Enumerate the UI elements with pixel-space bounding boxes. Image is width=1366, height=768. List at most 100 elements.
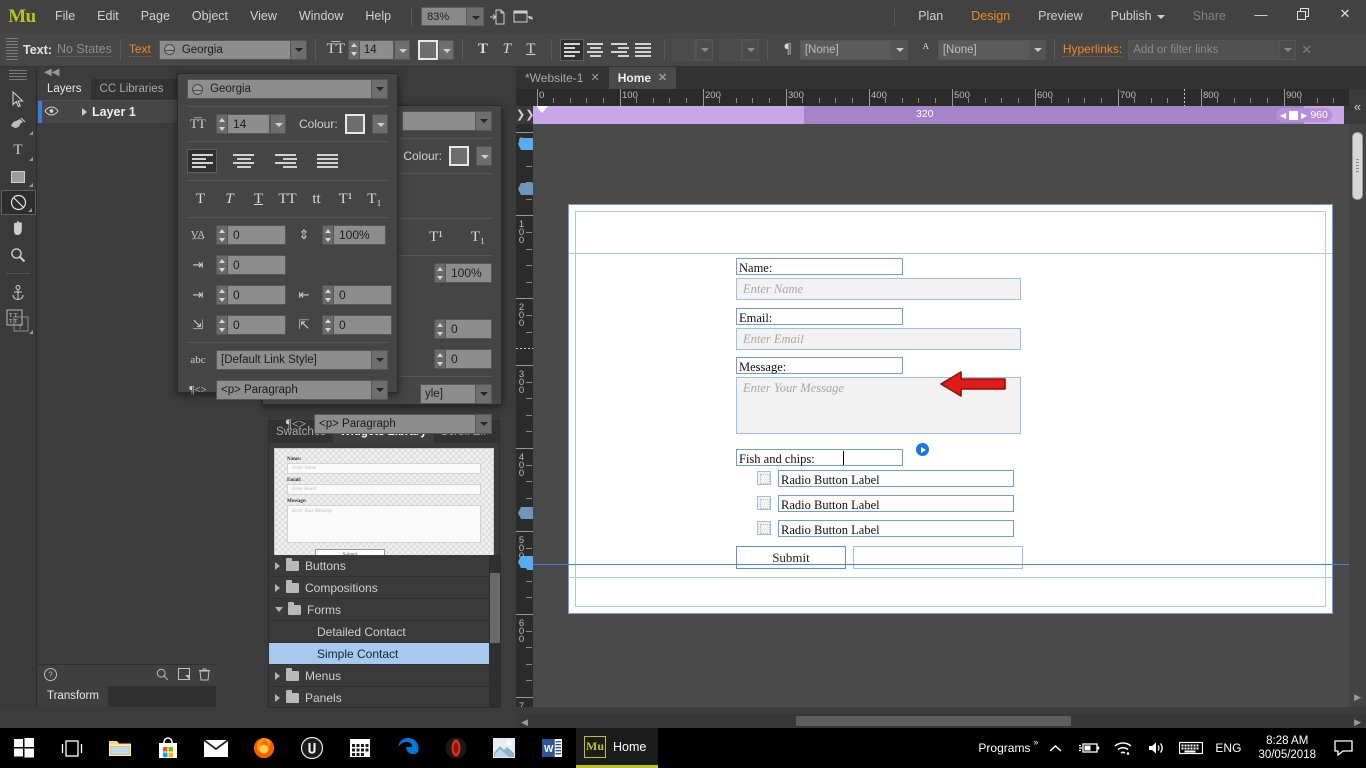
minimize-button[interactable]: — bbox=[1240, 0, 1282, 28]
panel-allcaps-button[interactable]: TT bbox=[274, 188, 301, 210]
delete-layer-icon[interactable] bbox=[199, 668, 210, 684]
behind-leading-value[interactable]: 100% bbox=[446, 263, 492, 283]
character-style-combo[interactable]: [None] bbox=[937, 39, 1046, 60]
form-name-input[interactable]: Enter Name bbox=[736, 278, 1021, 300]
export-page-icon[interactable] bbox=[484, 5, 510, 29]
breakpoint-collapse-icon[interactable]: ❯❯ bbox=[516, 106, 534, 124]
tab-cc-libraries[interactable]: CC Libraries bbox=[90, 79, 173, 100]
anchor-tool[interactable] bbox=[1, 280, 36, 305]
indent-left-value[interactable]: 0 bbox=[228, 285, 286, 305]
language-indicator[interactable]: ENG bbox=[1208, 728, 1248, 768]
behind-value2[interactable]: 0 bbox=[446, 349, 492, 369]
horizontal-ruler[interactable]: 0 100 200 300 400 500 600 700 800 900 bbox=[516, 89, 1366, 106]
search-icon[interactable] bbox=[156, 668, 169, 684]
behind-value1-stepper[interactable]: 0 bbox=[434, 319, 492, 339]
panel-font-size-value[interactable]: 14 bbox=[228, 114, 270, 134]
panel-color-swatch[interactable] bbox=[344, 114, 365, 134]
file-explorer-icon[interactable] bbox=[96, 728, 144, 768]
breakpoint-range[interactable] bbox=[804, 106, 1304, 124]
behind-value1[interactable]: 0 bbox=[446, 319, 492, 339]
width-handle-icon[interactable] bbox=[1289, 110, 1299, 120]
scrollbar-thumb[interactable] bbox=[490, 573, 500, 643]
web-page[interactable]: Name: Enter Name Email: Enter Email Mess… bbox=[568, 204, 1333, 614]
panel-superscript-button[interactable]: T¹ bbox=[332, 188, 359, 210]
chevron-right-icon[interactable] bbox=[275, 583, 280, 592]
leading-stepper[interactable]: 100% bbox=[322, 225, 386, 245]
widgets-tree-scrollbar[interactable] bbox=[489, 555, 501, 707]
zoom-tool[interactable] bbox=[1, 242, 36, 267]
hyperlinks-combo[interactable]: Add or filter links bbox=[1128, 39, 1297, 60]
paragraph-tag-combo[interactable]: <p> Paragraph bbox=[216, 380, 388, 400]
mode-plan[interactable]: Plan bbox=[904, 0, 957, 33]
clear-hyperlink-icon[interactable]: ✕ bbox=[1296, 42, 1317, 58]
close-icon[interactable]: ✕ bbox=[658, 67, 667, 89]
underline-button[interactable]: T bbox=[519, 38, 543, 62]
canvas-horizontal-scrollbar[interactable]: ◀ ▶ bbox=[516, 714, 1366, 728]
new-layer-icon[interactable] bbox=[178, 668, 190, 683]
menu-file[interactable]: File bbox=[44, 0, 86, 33]
restore-button[interactable] bbox=[1282, 0, 1324, 28]
widget-preview[interactable]: Name: Enter Name Email: Enter Email Mess… bbox=[274, 448, 494, 568]
indent-right-stepper[interactable]: 0 bbox=[322, 285, 392, 305]
menu-page[interactable]: Page bbox=[130, 0, 181, 33]
tree-item-compositions[interactable]: Compositions bbox=[269, 577, 501, 599]
form-email-label[interactable]: Email: bbox=[736, 308, 903, 325]
volume-icon[interactable] bbox=[1140, 728, 1174, 768]
text-color-dropdown-icon[interactable] bbox=[437, 39, 454, 60]
behind-font-combo[interactable] bbox=[402, 111, 492, 131]
form-message-label[interactable]: Message: bbox=[736, 357, 903, 374]
tracking-value[interactable]: 0 bbox=[228, 225, 286, 245]
bulleted-list-button[interactable] bbox=[672, 38, 695, 61]
toolbar-grip[interactable] bbox=[9, 70, 27, 82]
behind-leading-stepper[interactable]: 100% bbox=[434, 263, 492, 283]
behind-subscript-button[interactable]: T₁ bbox=[464, 226, 492, 248]
scrollbar-thumb[interactable] bbox=[796, 716, 1071, 726]
doc-tab-website-1[interactable]: *Website-1 ✕ bbox=[516, 67, 609, 89]
panel-smallcaps-button[interactable]: tt bbox=[303, 188, 330, 210]
edge-icon[interactable] bbox=[384, 728, 432, 768]
align-right-button[interactable] bbox=[608, 39, 632, 61]
breakpoint-bar[interactable]: ❯❯ 320 ◀ ▶ 960 « bbox=[516, 106, 1366, 124]
radio-button-1[interactable] bbox=[757, 471, 771, 485]
tracking-stepper[interactable]: 0 bbox=[216, 225, 286, 245]
tab-layers[interactable]: Layers bbox=[38, 79, 91, 100]
behind-link-style-combo[interactable]: yle] bbox=[420, 384, 492, 404]
radio-label-3[interactable]: Radio Button Label bbox=[778, 520, 1014, 537]
menu-help[interactable]: Help bbox=[354, 0, 402, 33]
space-after-stepper[interactable]: 0 bbox=[322, 315, 392, 335]
crop-tool[interactable] bbox=[1, 112, 36, 137]
align-left-button[interactable] bbox=[559, 38, 584, 61]
font-size-stepper[interactable]: 14 bbox=[347, 39, 410, 60]
zoom-dropdown-icon[interactable] bbox=[467, 7, 485, 26]
guide-marker-footer[interactable] bbox=[518, 507, 533, 519]
text-link[interactable]: Text bbox=[128, 42, 151, 57]
states-value[interactable]: No States bbox=[56, 42, 112, 57]
form-email-input[interactable]: Enter Email bbox=[736, 328, 1021, 350]
panel-underline-button[interactable]: T bbox=[245, 188, 272, 210]
mode-design[interactable]: Design bbox=[957, 0, 1024, 33]
vertical-ruler[interactable]: 0 100 200 300 400 500 600 700 bbox=[516, 124, 533, 707]
font-size-value[interactable]: 14 bbox=[359, 39, 394, 60]
mode-preview[interactable]: Preview bbox=[1024, 0, 1096, 33]
page-canvas[interactable]: Name: Enter Name Email: Enter Email Mess… bbox=[533, 124, 1349, 707]
doc-tab-home[interactable]: Home ✕ bbox=[608, 67, 677, 89]
space-after-value[interactable]: 0 bbox=[334, 315, 392, 335]
chevron-down-icon[interactable] bbox=[371, 351, 387, 369]
chevron-down-icon[interactable] bbox=[475, 385, 491, 403]
align-justify-button[interactable] bbox=[632, 39, 656, 61]
chevron-right-icon[interactable] bbox=[275, 671, 280, 680]
calendar-icon[interactable] bbox=[336, 728, 384, 768]
tab-transform[interactable]: Transform bbox=[38, 686, 108, 707]
panel-subscript-button[interactable]: T₁ bbox=[361, 188, 388, 210]
scroll-left-icon[interactable]: ◀ bbox=[521, 717, 528, 728]
clock[interactable]: 8:28 AM 30/05/2018 bbox=[1248, 734, 1326, 762]
panel-regular-button[interactable]: T bbox=[187, 188, 214, 210]
panel-font-size-dropdown-icon[interactable] bbox=[270, 114, 286, 134]
font-family-combo[interactable]: Georgia bbox=[158, 39, 307, 60]
chevron-down-icon[interactable] bbox=[371, 80, 387, 98]
form-edited-label[interactable]: Fish and chips: bbox=[736, 449, 903, 466]
mail-icon[interactable] bbox=[192, 728, 240, 768]
chevron-right-icon[interactable] bbox=[275, 693, 280, 702]
chevron-down-icon[interactable] bbox=[475, 112, 491, 130]
behind-superscript-button[interactable]: T¹ bbox=[422, 226, 450, 248]
